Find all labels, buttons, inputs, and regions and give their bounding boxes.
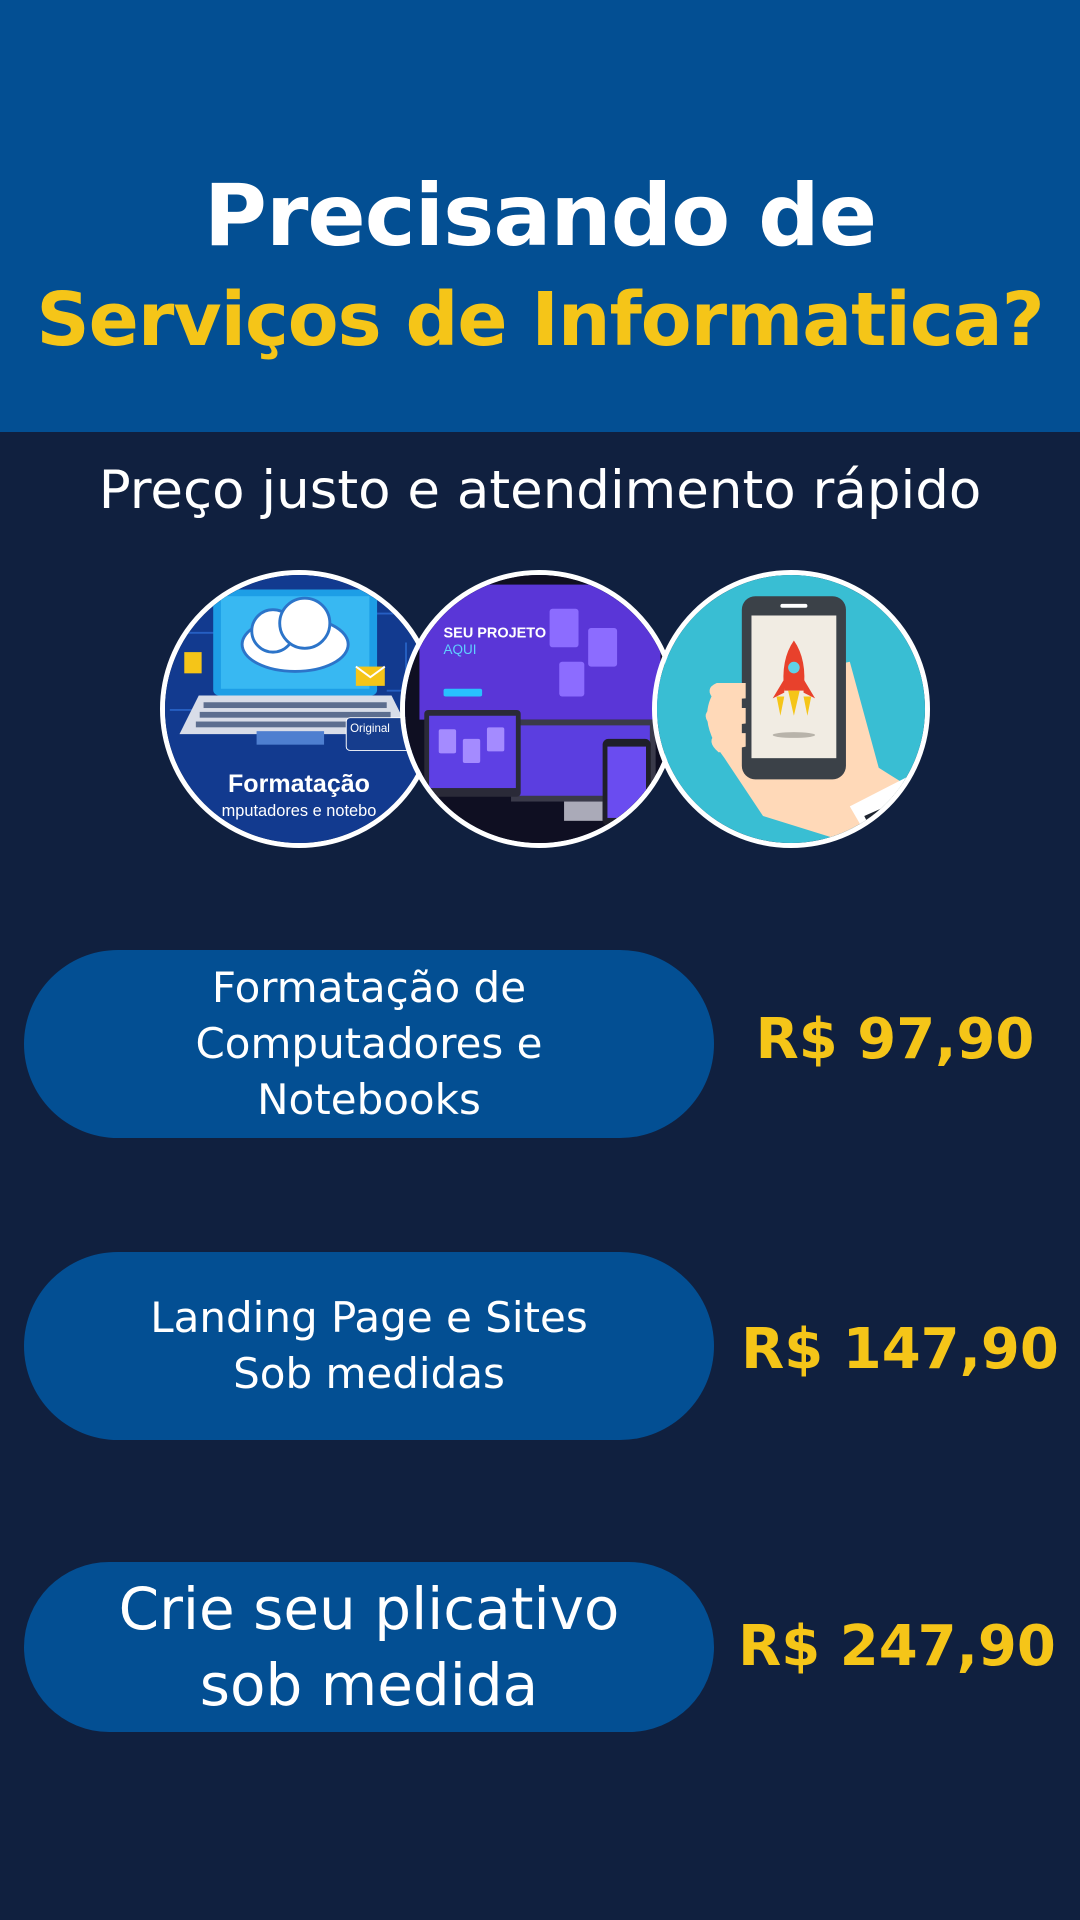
- badge-text: Original: [350, 723, 390, 735]
- image-headline-sub: AQUI: [444, 642, 477, 657]
- image-headline: SEU PROJETO: [444, 626, 547, 642]
- phone-rocket-icon: [652, 570, 930, 848]
- service-app-pill: Crie seu plicativo sob medida: [24, 1562, 714, 1732]
- subtitle: Preço justo e atendimento rápido: [98, 460, 982, 521]
- headline-line1: Precisando de: [203, 166, 877, 266]
- service-landing-page-pill: Landing Page e Sites Sob medidas: [24, 1252, 714, 1440]
- page: Precisando de Serviços de Informatica? P…: [0, 0, 1080, 1920]
- service-landing-page-price: R$ 147,90: [741, 1317, 1059, 1382]
- service-formatting-pill: Formatação de Computadores e Notebooks: [24, 950, 714, 1138]
- service-app-price: R$ 247,90: [738, 1614, 1056, 1679]
- service-formatting-price: R$ 97,90: [755, 1007, 1035, 1072]
- laptop-cloud-icon: Original Formatação mputadores e notebo: [160, 570, 438, 848]
- image-caption: Formatação: [228, 770, 370, 798]
- website-devices-icon: SEU PROJETO AQUI: [400, 570, 678, 848]
- headline-line2: Serviços de Informatica?: [36, 277, 1044, 363]
- image-caption-sub: mputadores e notebo: [222, 802, 377, 820]
- header-banner: Precisando de Serviços de Informatica?: [0, 0, 1080, 432]
